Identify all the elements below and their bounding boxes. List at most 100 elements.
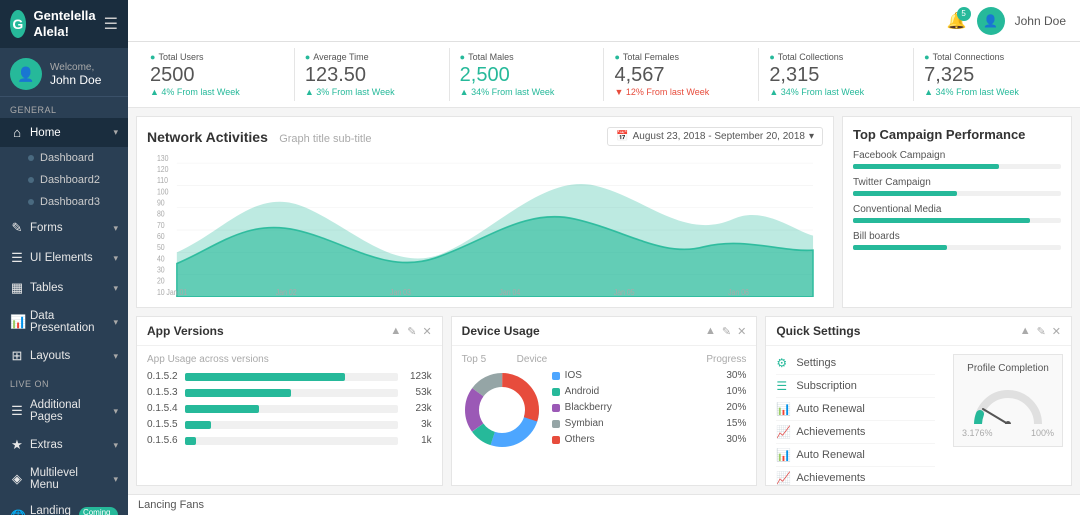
avatar: 👤 (10, 58, 42, 90)
sidebar-item-ui[interactable]: ☰ UI Elements ▾ (0, 243, 128, 273)
svg-text:Jan 02: Jan 02 (276, 287, 297, 297)
device-item-3: Symbian 15% (552, 418, 747, 429)
welcome-label: Welcome, (50, 62, 101, 73)
campaign-item-1: Twitter Campaign (853, 177, 1061, 196)
svg-text:50: 50 (157, 243, 165, 253)
sidebar-item-dashboard[interactable]: Dashboard (0, 147, 128, 169)
chart-svg-area: 130 120 110 100 90 80 70 60 50 40 30 20 … (147, 152, 823, 297)
date-range[interactable]: 📅 August 23, 2018 - September 20, 2018 ▾ (607, 127, 823, 146)
sidebar-item-label: UI Elements (30, 252, 107, 264)
campaign-panel: Top Campaign Performance Facebook Campai… (842, 116, 1072, 308)
sidebar-item-additional[interactable]: ☰ Additional Pages ▾ (0, 392, 128, 430)
sidebar-item-forms[interactable]: ✎ Forms ▾ (0, 213, 128, 243)
close-icon[interactable]: ✕ (737, 325, 746, 338)
hamburger-icon[interactable]: ☰ (104, 14, 118, 34)
notification-bell[interactable]: 🔔 5 (947, 11, 967, 31)
sidebar-item-dashboard2[interactable]: Dashboard2 (0, 169, 128, 191)
chevron-up-icon[interactable]: ▲ (1020, 325, 1031, 338)
multilevel-icon: ◈ (10, 471, 24, 487)
sidebar-profile: 👤 Welcome, John Doe (0, 48, 128, 97)
qs-item-5[interactable]: 📈 Achievements (776, 467, 935, 485)
profile-completion-box: Profile Completion (953, 354, 1063, 447)
av-item-3: 0.1.5.5 3k (147, 419, 432, 430)
sidebar-item-landing[interactable]: 🌐 Landing Page Coming Soon (0, 498, 128, 515)
topbar: 🔔 5 👤 John Doe (128, 0, 1080, 42)
chevron-up-icon[interactable]: ▲ (390, 325, 401, 338)
home-icon: ⌂ (10, 125, 24, 140)
network-activities-chart: Network Activities Graph title sub-title… (136, 116, 834, 308)
av-item-0: 0.1.5.2 123k (147, 371, 432, 382)
chevron-down-icon: ▾ (113, 127, 118, 138)
edit-icon[interactable]: ✎ (722, 325, 731, 338)
close-icon[interactable]: ✕ (1052, 325, 1061, 338)
chevron-down-icon: ▾ (113, 317, 118, 328)
lancing-fans-text: Lancing Fans (138, 499, 204, 511)
stat-item-2: ●Total Males 2,500 ▲ 34% From last Week (450, 48, 605, 101)
pc-title: Profile Completion (962, 363, 1054, 374)
landing-icon: 🌐 (10, 509, 24, 515)
ui-icon: ☰ (10, 250, 24, 266)
campaign-item-3: Bill boards (853, 231, 1061, 250)
svg-text:Jan 01: Jan 01 (166, 287, 187, 297)
device-usage-panel: Device Usage ▲ ✎ ✕ Top 5 Device Progress (451, 316, 758, 486)
sidebar-item-label: Landing Page (30, 505, 71, 515)
chevron-down-icon: ▾ (113, 253, 118, 264)
notification-count: 5 (957, 7, 971, 21)
stat-item-4: ●Total Collections 2,315 ▲ 34% From last… (759, 48, 914, 101)
gauge-chart (968, 379, 1048, 424)
sidebar-item-tables[interactable]: ▦ Tables ▾ (0, 273, 128, 303)
app-version-subtitle: App Usage across versions (147, 354, 432, 365)
stat-item-3: ●Total Females 4,567 ▼ 12% From last Wee… (604, 48, 759, 101)
col-device: Device (517, 354, 707, 365)
sidebar-item-data[interactable]: 📊 Data Presentation ▾ (0, 303, 128, 341)
content-area: Network Activities Graph title sub-title… (128, 108, 1080, 494)
qs-item-3[interactable]: 📈 Achievements (776, 421, 935, 444)
device-item-0: IOS 30% (552, 370, 747, 381)
chevron-up-icon[interactable]: ▲ (705, 325, 716, 338)
svg-text:90: 90 (157, 198, 165, 208)
svg-text:Jan 04: Jan 04 (499, 287, 520, 297)
sidebar-item-extras[interactable]: ★ Extras ▾ (0, 430, 128, 460)
svg-text:100: 100 (157, 187, 169, 197)
chevron-down-icon: ▾ (113, 223, 118, 234)
edit-icon[interactable]: ✎ (407, 325, 416, 338)
sidebar-item-label: Extras (30, 439, 107, 451)
stats-bar: ●Total Users 2500 ▲ 4% From last Week ●A… (128, 42, 1080, 108)
app-versions-header: App Versions ▲ ✎ ✕ (137, 317, 442, 346)
profile-completion-section: Profile Completion (945, 346, 1071, 485)
sidebar-item-label: Layouts (30, 350, 107, 362)
quick-settings-body: ⚙ Settings ☰ Subscription 📊 Auto Renewal… (766, 346, 945, 485)
sidebar-item-layouts[interactable]: ⊞ Layouts ▾ (0, 341, 128, 371)
av-item-2: 0.1.5.4 23k (147, 403, 432, 414)
svg-text:10: 10 (157, 287, 165, 297)
device-item-1: Android 10% (552, 386, 747, 397)
app-versions-body: App Usage across versions 0.1.5.2 123k 0… (137, 346, 442, 485)
quick-settings-header: Quick Settings ▲ ✎ ✕ (766, 317, 1071, 346)
chevron-down-icon: ▾ (113, 440, 118, 451)
sidebar-item-label: Forms (30, 222, 107, 234)
qs-icon: 📈 (776, 471, 790, 485)
campaign-item-2: Conventional Media (853, 204, 1061, 223)
edit-icon[interactable]: ✎ (1037, 325, 1046, 338)
qs-icon: 📊 (776, 402, 790, 416)
tables-icon: ▦ (10, 280, 24, 296)
qs-item-2[interactable]: 📊 Auto Renewal (776, 398, 935, 421)
main-content: 🔔 5 👤 John Doe ●Total Users 2500 ▲ 4% Fr… (128, 0, 1080, 515)
pc-max: 100% (1031, 428, 1054, 438)
sidebar-item-multilevel[interactable]: ◈ Multilevel Menu ▾ (0, 460, 128, 498)
device-item-4: Others 30% (552, 434, 747, 445)
qs-label: Achievements (796, 472, 865, 484)
pc-min: 3.176% (962, 428, 993, 438)
close-icon[interactable]: ✕ (422, 325, 431, 338)
sidebar-username: John Doe (50, 73, 101, 87)
svg-text:Jan 03: Jan 03 (390, 287, 411, 297)
qs-item-0[interactable]: ⚙ Settings (776, 352, 935, 375)
sidebar-item-home[interactable]: ⌂ Home ▾ (0, 118, 128, 147)
qs-item-1[interactable]: ☰ Subscription (776, 375, 935, 398)
general-section-label: GENERAL (0, 97, 128, 118)
app-versions-title: App Versions (147, 324, 224, 338)
qs-item-4[interactable]: 📊 Auto Renewal (776, 444, 935, 467)
sidebar-item-label: Multilevel Menu (30, 467, 107, 491)
sidebar-item-dashboard3[interactable]: Dashboard3 (0, 191, 128, 213)
svg-text:60: 60 (157, 232, 165, 242)
